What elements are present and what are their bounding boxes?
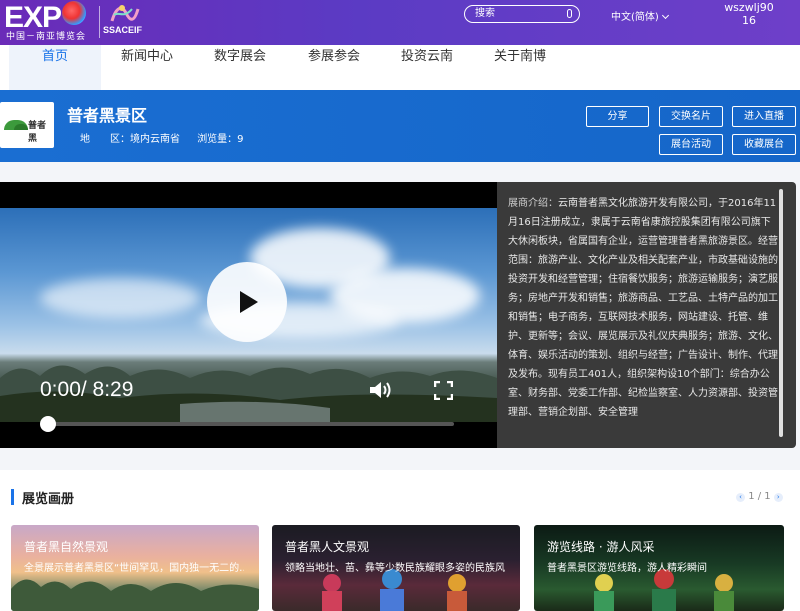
expo-logo-globe-icon — [62, 1, 87, 25]
exhibitor-region: 地 区：境内云南省 — [80, 134, 180, 145]
search-input[interactable]: 搜索 — [464, 5, 580, 23]
album-card-title: 普者黑自然景观 — [24, 540, 109, 554]
language-selector[interactable]: 中文(简体) — [611, 8, 669, 23]
fullscreen-icon[interactable] — [434, 381, 453, 400]
username-line1: wszwlj90 — [724, 1, 774, 14]
album-title: 展览画册 — [22, 492, 75, 507]
expo-logo-subtitle: 中国－南亚博览会 — [6, 32, 87, 42]
album-card-title: 游览线路 · 游人风采 — [547, 540, 655, 554]
album-card-tour[interactable]: 游览线路 · 游人风采 普者黑景区游览线路，游人精彩瞬间 — [534, 525, 784, 611]
chevron-left-icon[interactable]: ‹ — [736, 493, 745, 502]
intro-body: 云南普者黑文化旅游开发有限公司，于2016年11月16日注册成立，隶属于云南省康… — [508, 198, 778, 418]
album-card-natural[interactable]: 普者黑自然景观 全景展示普者黑景区“世间罕见，国内独一无二的… — [11, 525, 259, 611]
album-card-title: 普者黑人文景观 — [285, 540, 370, 554]
play-button[interactable] — [207, 262, 287, 342]
logo-divider — [99, 6, 100, 38]
exhibitor-views: 浏览量：9 — [197, 134, 244, 145]
ssaceif-logo-text: SSACEIF — [103, 25, 143, 35]
play-icon — [240, 291, 258, 313]
enter-live-button[interactable]: 进入直播 — [732, 106, 796, 127]
exhibitor-logo: 普者黑 — [0, 102, 54, 148]
share-button[interactable]: 分享 — [586, 106, 649, 127]
nav-item-about[interactable]: 关于南博 — [480, 45, 560, 90]
album-card-cultural[interactable]: 普者黑人文景观 领略当地壮、苗、彝等少数民族耀眼多姿的民族风情 — [272, 525, 520, 611]
booth-activity-button[interactable]: 展台活动 — [659, 134, 723, 155]
video-player[interactable]: 0:00/ 8:29 — [0, 182, 497, 448]
nav-item-exhibit[interactable]: 参展参会 — [294, 45, 374, 90]
exchange-card-button[interactable]: 交换名片 — [659, 106, 723, 127]
album-card-desc: 全景展示普者黑景区“世间罕见，国内独一无二的… — [24, 563, 244, 574]
username-line2: 16 — [742, 14, 756, 27]
exhibitor-intro-panel: 展商介绍：云南普者黑文化旅游开发有限公司，于2016年11月16日注册成立，隶属… — [497, 182, 796, 448]
progress-handle[interactable] — [40, 416, 56, 432]
exhibitor-header: 普者黑 普者黑景区 地 区：境内云南省 浏览量：9 分享 交换名片 进入直播 展… — [0, 90, 800, 162]
intro-scrollbar[interactable] — [779, 189, 783, 437]
chevron-right-icon[interactable]: › — [773, 493, 783, 502]
exhibitor-intro-text: 展商介绍：云南普者黑文化旅游开发有限公司，于2016年11月16日注册成立，隶属… — [508, 194, 780, 438]
video-time: 0:00/ 8:29 — [40, 378, 134, 401]
album-card-desc: 普者黑景区游览线路，游人精彩瞬间 — [547, 563, 707, 574]
exhibitor-logo-text: 普者黑 — [28, 121, 47, 144]
card-hills-icon — [11, 579, 259, 611]
nav-item-home[interactable]: 首页 — [9, 45, 101, 90]
video-progress-bar[interactable] — [40, 416, 454, 432]
nav-item-digital-expo[interactable]: 数字展会 — [200, 45, 280, 90]
pager-text: 1 / 1 — [748, 491, 771, 502]
intro-label: 展商介绍： — [508, 198, 558, 209]
section-accent-bar — [11, 489, 14, 505]
favorite-booth-button[interactable]: 收藏展台 — [732, 134, 796, 155]
chevron-down-icon — [661, 11, 669, 20]
exhibitor-name: 普者黑景区 — [67, 106, 148, 125]
album-pager: ‹ 1 / 1 › — [736, 491, 783, 502]
mic-icon[interactable] — [567, 9, 572, 18]
nav-item-news[interactable]: 新闻中心 — [107, 45, 187, 90]
user-account[interactable]: wszwlj90 16 — [719, 1, 779, 27]
exhibitor-meta: 地 区：境内云南省 浏览量：9 — [80, 130, 258, 145]
ssaceif-mark-icon — [110, 5, 140, 22]
search-placeholder: 搜索 — [475, 8, 495, 19]
nav-item-invest-yunnan[interactable]: 投资云南 — [387, 45, 467, 90]
main-nav: 首页 新闻中心 数字展会 参展参会 投资云南 关于南博 — [0, 45, 800, 90]
language-label: 中文(简体) — [611, 12, 659, 23]
top-bar: EXP 中国－南亚博览会 SSACEIF 搜索 中文(简体) wszwlj90 … — [0, 0, 800, 45]
album-card-desc: 领略当地壮、苗、彝等少数民族耀眼多姿的民族风情 — [285, 563, 505, 574]
volume-icon[interactable] — [368, 380, 392, 400]
